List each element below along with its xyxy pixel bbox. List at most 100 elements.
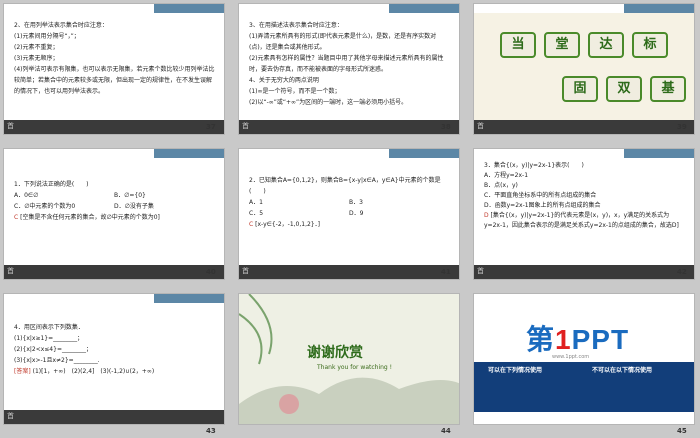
- question-text: 2．已知集合A={0,1,2}，则集合B={x-y|x∈A，y∈A}中元素的个数…: [249, 177, 441, 195]
- slide-39[interactable]: 当 堂 达 标 固 双 基 首: [473, 3, 695, 135]
- text-line: (1)元素间用分隔号“，”；: [14, 33, 80, 40]
- slide-body: 4．用区间表示下列数集． (1){x|x≥1}=________； (2){x|…: [14, 322, 216, 377]
- answer-letter: C: [249, 221, 254, 228]
- slide-header: [239, 4, 459, 13]
- slide-body: 3．集合{(x，y)|y=2x-1}表示( ) A．方程y=2x-1 B．点(x…: [484, 161, 686, 231]
- sub-question: (3){x|x>-1且x≠2}=________.: [14, 357, 100, 364]
- subtitle-char: 基: [650, 76, 686, 102]
- slide-42[interactable]: 3．集合{(x，y)|y=2x-1}表示( ) A．方程y=2x-1 B．点(x…: [473, 148, 695, 280]
- slide-header: [474, 149, 694, 158]
- option-c: C．5: [249, 210, 264, 217]
- text-line: (2)元素不重复；: [14, 44, 59, 51]
- slide-number: 42: [677, 268, 687, 276]
- right-heading: 不可以在以下情况使用: [592, 367, 653, 374]
- slide-45[interactable]: 第1PPT www.1ppt.com 可以在下列情况使用 不可以在以下情况使用: [473, 293, 695, 425]
- slide-40[interactable]: 1．下列说法正确的是( ) A．0∈∅ B．∅={0} C．∅中元素的个数为0 D．…: [3, 148, 225, 280]
- sub-question: (2){x|2<x≤4}=________；: [14, 346, 92, 353]
- option-a: A．方程y=2x-1: [484, 172, 529, 179]
- subtitle-char: 固: [562, 76, 598, 102]
- question-text: 1．下列说法正确的是( ): [14, 181, 89, 188]
- text-line: (2)以“-∞”或“+∞”为区间的一端时，这一端必须用小括号。: [249, 99, 408, 106]
- header-strip: [154, 149, 224, 158]
- footer-label: 首: [477, 122, 484, 130]
- header-strip: [624, 149, 694, 158]
- slide-body: 1．下列说法正确的是( ) A．0∈∅ B．∅={0} C．∅中元素的个数为0 D．…: [14, 179, 216, 223]
- option-b: B．3: [349, 199, 363, 206]
- question-text: 4．用区间表示下列数集．: [14, 324, 84, 331]
- slide-number: 45: [677, 427, 687, 435]
- slide-header: [239, 149, 459, 158]
- header-strip: [389, 149, 459, 158]
- slide-37[interactable]: 2、在用列举法表示集合时应注意： (1)元素间用分隔号“，”； (2)元素不重复…: [3, 3, 225, 135]
- slide-number: 43: [206, 427, 216, 435]
- option-d: D．∅没有子集: [114, 203, 154, 210]
- slide-body: 2、在用列举法表示集合时应注意： (1)元素间用分隔号“，”； (2)元素不重复…: [14, 20, 216, 97]
- answer-letter: C: [14, 214, 19, 221]
- header-strip: [624, 4, 694, 13]
- slide-body: 3、在用描述法表示集合时应注意： (1)弄清元素所具有的形式(即代表元素是什么)…: [249, 20, 451, 108]
- title-char: 堂: [544, 32, 580, 58]
- text-line: (2)元素具有怎样的属性？当题目中用了其他字母来描述元素所具有的属性时，要去伪存…: [249, 55, 444, 73]
- text-line: 2、在用列举法表示集合时应注意：: [14, 22, 108, 29]
- text-line: (1)∞是一个符号，而不是一个数；: [249, 88, 341, 95]
- option-d: D．函数y=2x-1图象上的所有点组成的集合: [484, 202, 601, 209]
- footer-label: 首: [477, 267, 484, 275]
- header-strip: [154, 4, 224, 13]
- slide-number: 44: [441, 427, 451, 435]
- answer-text: [集合{(x，y)|y=2x-1}的代表元素是(x，y)，x，y满足的关系式为y…: [484, 212, 679, 229]
- header-strip: [154, 294, 224, 303]
- slide-footer: 首: [239, 120, 459, 134]
- slide-footer: 首: [4, 120, 224, 134]
- footer-label: 首: [7, 122, 14, 130]
- slide-number: 38: [441, 123, 451, 131]
- header-strip: [389, 4, 459, 13]
- slide-footer: 首: [4, 410, 224, 424]
- text-line: 3、在用描述法表示集合时应注意：: [249, 22, 343, 29]
- info-panel: 可以在下列情况使用 不可以在以下情况使用: [474, 362, 694, 412]
- slide-footer: 首: [474, 265, 694, 279]
- footer-label: 首: [7, 267, 14, 275]
- slide-header: [474, 4, 694, 13]
- slide-43[interactable]: 4．用区间表示下列数集． (1){x|x≥1}=________； (2){x|…: [3, 293, 225, 425]
- option-a: A．0∈∅: [14, 192, 39, 199]
- slide-41[interactable]: 2．已知集合A={0,1,2}，则集合B={x-y|x∈A，y∈A}中元素的个数…: [238, 148, 460, 280]
- option-b: B．∅={0}: [114, 192, 146, 199]
- slide-header: [4, 4, 224, 13]
- answer-text: (1)[1，+∞) (2)(2,4] (3)(-1,2)∪(2，+∞): [32, 368, 155, 375]
- option-c: C．∅中元素的个数为0: [14, 203, 76, 210]
- question-text: 3．集合{(x，y)|y=2x-1}表示( ): [484, 162, 584, 169]
- option-b: B．点(x，y): [484, 182, 518, 189]
- option-d: D．9: [349, 210, 364, 217]
- left-heading: 可以在下列情况使用: [488, 367, 543, 374]
- slide-38[interactable]: 3、在用描述法表示集合时应注意： (1)弄清元素所具有的形式(即代表元素是什么)…: [238, 3, 460, 135]
- footer-label: 首: [242, 267, 249, 275]
- thanks-subtitle: Thank you for watching !: [317, 364, 393, 371]
- slide-header: [4, 149, 224, 158]
- answer-text: [x-y∈{-2，-1,0,1,2}．]: [255, 221, 320, 228]
- answer-letter: D: [484, 212, 489, 219]
- text-line: 4、关于无穷大的两点说明: [249, 77, 319, 84]
- title-char: 达: [588, 32, 624, 58]
- option-a: A．1: [249, 199, 263, 206]
- slide-number: 39: [677, 123, 687, 131]
- slide-footer: 首: [474, 120, 694, 134]
- answer-tag: [答案]: [14, 368, 31, 375]
- slide-footer: 首: [239, 265, 459, 279]
- text-line: (3)元素无顺序；: [14, 55, 59, 62]
- option-c: C．平面直角坐标系中的所有点组成的集合: [484, 192, 597, 199]
- slide-number: 40: [206, 268, 216, 276]
- footer-label: 首: [7, 412, 14, 420]
- sub-question: (1){x|x≥1}=________；: [14, 335, 84, 342]
- subtitle-char: 双: [606, 76, 642, 102]
- slide-header: [4, 294, 224, 303]
- slide-number: 37: [206, 123, 216, 131]
- slide-44[interactable]: 谢谢欣赏 Thank you for watching !: [238, 293, 460, 425]
- text-line: (4)列举法可表示有限集，也可以表示无限集，若元素个数比较少用列举法比较简单；若…: [14, 66, 215, 95]
- slide-number: 41: [441, 268, 451, 276]
- site-url: www.1ppt.com: [552, 354, 590, 360]
- text-line: (1)弄清元素所具有的形式(即代表元素是什么)，是数，还是有序实数对(点)，还是…: [249, 33, 437, 51]
- slide-body: 2．已知集合A={0,1,2}，则集合B={x-y|x∈A，y∈A}中元素的个数…: [249, 175, 451, 230]
- title-char: 标: [632, 32, 668, 58]
- footer-label: 首: [242, 122, 249, 130]
- answer-text: [空集是不含任何元素的集合，故∅中元素的个数为0]: [20, 214, 160, 221]
